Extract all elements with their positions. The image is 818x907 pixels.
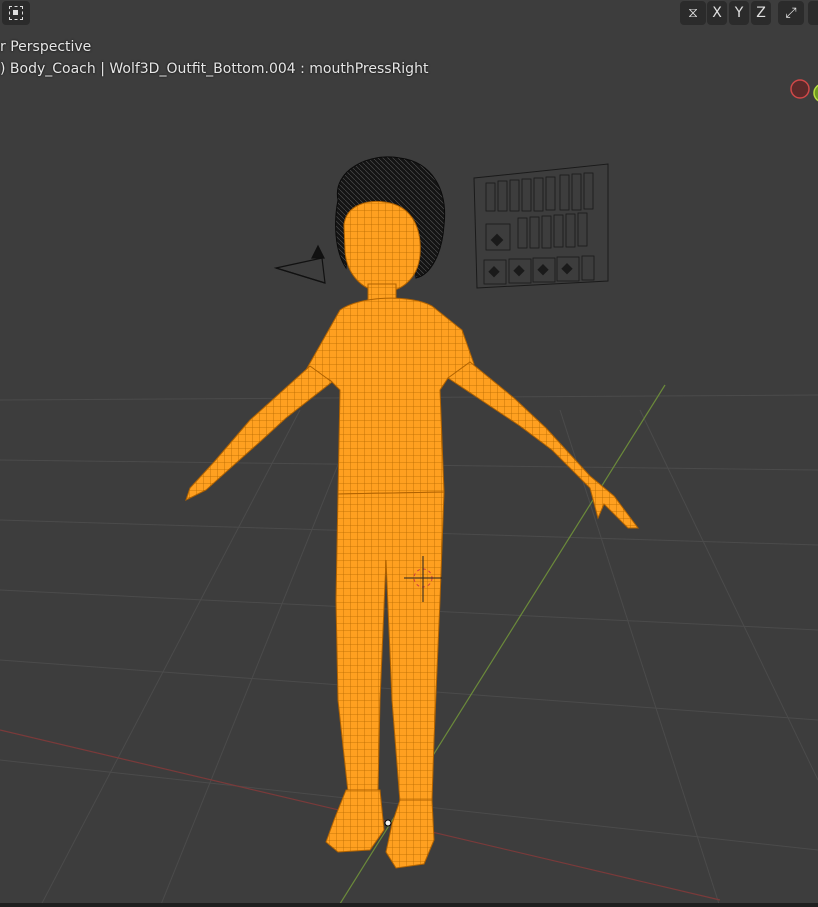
select-box-button[interactable] — [2, 1, 30, 25]
right-shoe-mesh — [385, 799, 435, 869]
3d-viewport[interactable] — [0, 0, 818, 907]
snap-button[interactable]: ⤢ — [778, 1, 804, 25]
snap-icon: ⤢ — [785, 5, 797, 21]
camera-object[interactable] — [273, 244, 326, 284]
left-arm-mesh — [185, 365, 333, 501]
pants-mesh — [335, 491, 445, 803]
gizmo-y-positive[interactable] — [813, 84, 818, 102]
select-box-icon — [9, 6, 23, 20]
gizmo-x-negative[interactable] — [790, 79, 810, 99]
origin-point — [384, 819, 392, 827]
view-name-label: r Perspective — [0, 39, 92, 55]
bottom-edge — [0, 903, 818, 907]
left-shoe-mesh — [325, 789, 385, 853]
shirt-mesh — [305, 297, 475, 495]
axis-z-toggle[interactable]: Z — [751, 1, 771, 25]
axis-x-toggle[interactable]: X — [707, 1, 727, 25]
character-mesh[interactable] — [185, 156, 639, 869]
object-info-label: ) Body_Coach | Wolf3D_Outfit_Bottom.004 … — [0, 61, 429, 77]
axis-y-toggle[interactable]: Y — [729, 1, 749, 25]
head-mesh — [343, 200, 421, 293]
header-button-edge[interactable] — [808, 1, 818, 25]
mirror-gizmo-button[interactable]: ⧖ — [680, 1, 706, 25]
right-arm-mesh — [447, 361, 639, 529]
face-control-panel[interactable] — [473, 163, 609, 289]
mirror-gizmo-icon: ⧖ — [688, 5, 698, 21]
